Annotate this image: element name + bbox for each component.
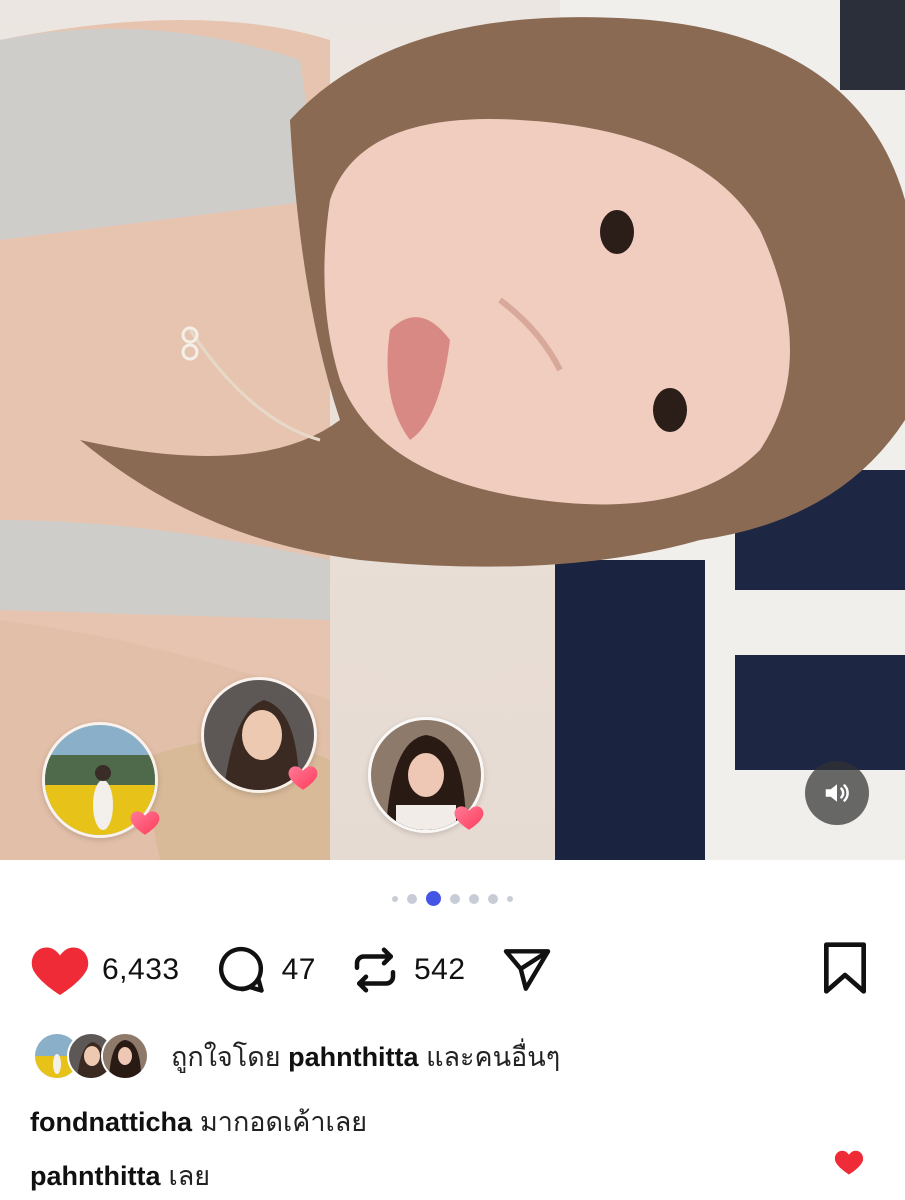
comment-row: fondnatticha มากอดเค้าเลย (30, 1100, 367, 1143)
carousel-dot (507, 895, 513, 902)
share-button[interactable] (498, 942, 556, 998)
bookmark-button[interactable] (821, 940, 869, 1001)
bookmark-icon (823, 942, 866, 994)
repost-icon (354, 947, 396, 993)
carousel-dot (469, 893, 479, 904)
avatar-image (103, 1034, 147, 1078)
comment-button[interactable]: 47 (212, 942, 316, 998)
comment-like-icon[interactable] (834, 1148, 864, 1176)
comment-text: มากอดเค้าเลย (200, 1107, 368, 1137)
liked-by-user[interactable]: pahnthitta (288, 1042, 418, 1072)
liked-by-text: ถูกใจโดย pahnthitta และคนอื่นๆ (171, 1035, 560, 1078)
comment-username[interactable]: fondnatticha (30, 1107, 192, 1137)
repost-count: 542 (413, 953, 466, 986)
comment-username[interactable]: pahnthitta (30, 1161, 160, 1191)
comment-bubble-icon (218, 946, 264, 993)
like-count: 6,433 (102, 953, 180, 986)
carousel-dot (407, 893, 417, 904)
liker-avatar (101, 1032, 149, 1080)
liked-by-row[interactable]: ถูกใจโดย pahnthitta และคนอื่นๆ (33, 1032, 560, 1080)
carousel-dot (450, 893, 460, 904)
comment-text: เลย (168, 1161, 211, 1191)
liked-by-suffix: และคนอื่นๆ (426, 1041, 561, 1072)
post-actions: 6,433 47 542 (30, 938, 869, 1002)
mute-button[interactable] (805, 761, 869, 825)
carousel-dot-active (426, 891, 441, 906)
like-button[interactable]: 6,433 (30, 942, 180, 998)
send-icon (503, 949, 550, 991)
comment-row: pahnthitta เลย (30, 1154, 210, 1197)
carousel-indicator (0, 891, 905, 906)
heart-icon (130, 811, 160, 835)
speaker-icon (825, 784, 849, 802)
heart-icon (454, 806, 484, 830)
heart-icon (288, 766, 318, 790)
carousel-dot (392, 895, 398, 902)
heart-filled-icon (31, 947, 89, 995)
carousel-dot (488, 893, 498, 904)
comment-count: 47 (281, 953, 316, 986)
liked-by-prefix: ถูกใจโดย (171, 1041, 281, 1072)
post-media[interactable] (0, 0, 905, 860)
repost-button[interactable]: 542 (348, 943, 466, 997)
